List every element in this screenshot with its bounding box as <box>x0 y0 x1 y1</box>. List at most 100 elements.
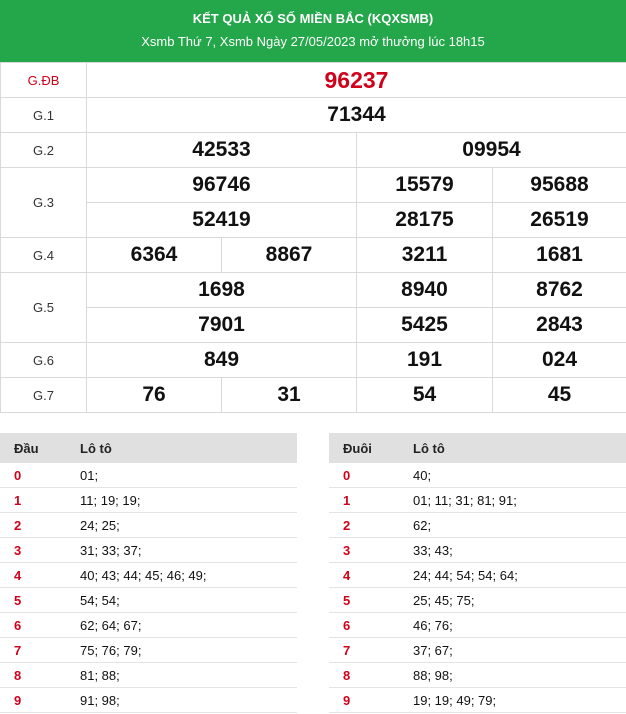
loto-values: 46; 76; <box>399 612 626 638</box>
table-row: 0 40; <box>329 463 626 488</box>
loto-values: 37; 67; <box>399 637 626 663</box>
column-header-loto: Lô tô <box>66 433 297 463</box>
table-row: 4 40; 43; 44; 45; 46; 49; <box>0 562 297 588</box>
prize-number: 76 <box>86 377 222 413</box>
prize-row-g1: G.1 71344 <box>0 97 626 133</box>
prize-label: G.3 <box>0 167 87 238</box>
column-header-head: Đầu <box>0 433 66 463</box>
loto-tail-table: Đuôi Lô tô 0 40; 1 01; 11; 31; 81; 91; 2 62… <box>329 433 626 713</box>
prize-number: 31 <box>221 377 357 413</box>
table-row: 9 19; 19; 49; 79; <box>329 687 626 713</box>
prize-number: 8940 <box>356 272 493 308</box>
prize-number: 42533 <box>86 132 357 168</box>
head-digit: 9 <box>0 687 66 713</box>
prize-number: 3211 <box>356 237 493 273</box>
prize-row-g5: G.5 1698 8940 8762 <box>0 272 626 343</box>
loto-values: 40; 43; 44; 45; 46; 49; <box>66 562 297 588</box>
table-row: 2 62; <box>329 512 626 538</box>
loto-values: 19; 19; 49; 79; <box>399 687 626 713</box>
table-row: 6 62; 64; 67; <box>0 612 297 638</box>
prize-row-g6: G.6 849 191 024 <box>0 342 626 378</box>
prize-number: 96746 <box>86 167 357 203</box>
loto-values: 31; 33; 37; <box>66 537 297 563</box>
tail-digit: 1 <box>329 487 399 513</box>
prize-number: 28175 <box>356 202 493 238</box>
prize-number: 45 <box>492 377 626 413</box>
head-digit: 6 <box>0 612 66 638</box>
loto-values: 62; <box>399 512 626 538</box>
loto-values: 24; 44; 54; 54; 64; <box>399 562 626 588</box>
table-row: 3 33; 43; <box>329 537 626 563</box>
loto-values: 81; 88; <box>66 662 297 688</box>
page-title: KẾT QUẢ XỔ SỐ MIỀN BẮC (KQXSMB) <box>192 11 434 26</box>
loto-values: 11; 19; 19; <box>66 487 297 513</box>
table-row: 7 75; 76; 79; <box>0 637 297 663</box>
loto-head-table: Đầu Lô tô 0 01; 1 11; 19; 19; 2 24; 25; 3 31… <box>0 433 297 713</box>
head-digit: 3 <box>0 537 66 563</box>
loto-values: 40; <box>399 463 626 488</box>
prize-label: G.6 <box>0 342 87 378</box>
table-row: 6 46; 76; <box>329 612 626 638</box>
prize-row-g3b: 52419 28175 26519 <box>1 202 626 238</box>
loto-values: 01; <box>66 463 297 488</box>
prize-row-g3: G.3 96746 15579 95688 <box>0 167 626 238</box>
page-subtitle: Xsmb Thứ 7, Xsmb Ngày 27/05/2023 mở thưở… <box>141 34 485 49</box>
tail-digit: 5 <box>329 587 399 613</box>
prize-number: 6364 <box>86 237 222 273</box>
prize-row-g7: G.7 76 31 54 45 <box>0 377 626 413</box>
prize-number: 71344 <box>86 97 626 133</box>
loto-values: 91; 98; <box>66 687 297 713</box>
prize-number: 1681 <box>492 237 626 273</box>
prize-number: 26519 <box>492 202 626 238</box>
tail-digit: 0 <box>329 463 399 488</box>
loto-values: 24; 25; <box>66 512 297 538</box>
prize-number: 024 <box>492 342 626 378</box>
prize-number: 52419 <box>86 202 357 238</box>
prize-number: 849 <box>86 342 357 378</box>
prize-label: G.4 <box>0 237 87 273</box>
head-digit: 5 <box>0 587 66 613</box>
prize-row-g4: G.4 6364 8867 3211 1681 <box>0 237 626 273</box>
loto-values: 75; 76; 79; <box>66 637 297 663</box>
prize-number: 95688 <box>492 167 626 203</box>
tail-digit: 6 <box>329 612 399 638</box>
head-digit: 1 <box>0 487 66 513</box>
head-digit: 0 <box>0 463 66 488</box>
prize-number: 191 <box>356 342 493 378</box>
head-digit: 8 <box>0 662 66 688</box>
loto-values: 25; 45; 75; <box>399 587 626 613</box>
table-row: 8 81; 88; <box>0 662 297 688</box>
table-row: 5 25; 45; 75; <box>329 587 626 613</box>
column-header-tail: Đuôi <box>329 433 399 463</box>
loto-values: 62; 64; 67; <box>66 612 297 638</box>
prize-number: 8762 <box>492 272 626 308</box>
prize-label: G.5 <box>0 272 87 343</box>
table-row: 2 24; 25; <box>0 512 297 538</box>
loto-values: 88; 98; <box>399 662 626 688</box>
special-prize-number: 96237 <box>86 62 626 98</box>
prize-label: G.ĐB <box>0 62 87 98</box>
prize-number: 7901 <box>86 307 357 343</box>
column-header-loto: Lô tô <box>399 433 626 463</box>
prize-row-g5b: 7901 5425 2843 <box>1 307 626 343</box>
table-row: 7 37; 67; <box>329 637 626 663</box>
table-row: 4 24; 44; 54; 54; 64; <box>329 562 626 588</box>
table-row: 1 01; 11; 31; 81; 91; <box>329 487 626 513</box>
prize-label: G.7 <box>0 377 87 413</box>
tail-digit: 2 <box>329 512 399 538</box>
prize-row-gdb: G.ĐB 96237 <box>0 62 626 98</box>
prize-label: G.1 <box>0 97 87 133</box>
tail-digit: 4 <box>329 562 399 588</box>
head-digit: 2 <box>0 512 66 538</box>
prize-number: 15579 <box>356 167 493 203</box>
prize-number: 1698 <box>86 272 357 308</box>
prize-row-g2: G.2 42533 09954 <box>0 132 626 168</box>
tail-digit: 8 <box>329 662 399 688</box>
prize-number: 09954 <box>356 132 626 168</box>
results-table: G.ĐB 96237 G.1 71344 G.2 42533 09954 G.3… <box>0 62 626 413</box>
prize-number: 5425 <box>356 307 493 343</box>
table-row: 9 91; 98; <box>0 687 297 713</box>
table-row: 0 01; <box>0 463 297 488</box>
table-row: 8 88; 98; <box>329 662 626 688</box>
page-header: KẾT QUẢ XỔ SỐ MIỀN BẮC (KQXSMB) Xsmb Thứ… <box>0 0 626 62</box>
